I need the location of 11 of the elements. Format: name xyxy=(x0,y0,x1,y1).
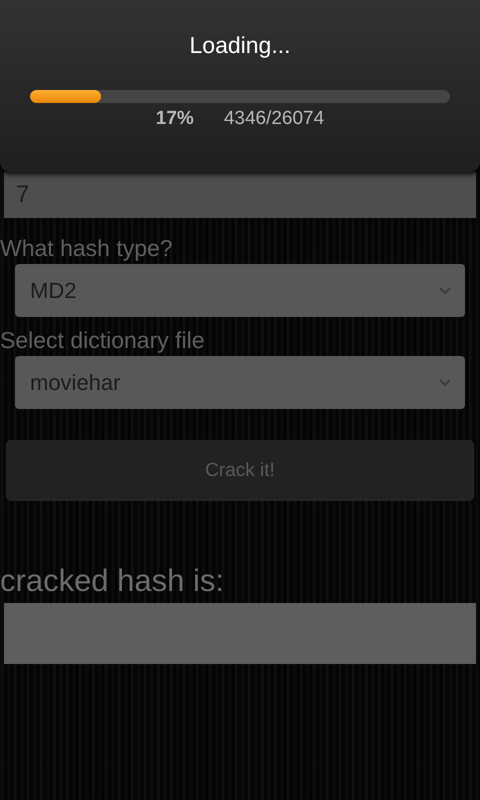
dropdown[interactable]: moviehar xyxy=(15,356,465,409)
dropdown[interactable]: MD2 xyxy=(15,264,465,317)
field-label: What hash type? xyxy=(0,234,174,263)
result-label: cracked hash is: xyxy=(0,562,225,600)
result-field[interactable] xyxy=(4,603,476,664)
dialog-title: Loading... xyxy=(189,32,291,59)
chevron-down-icon xyxy=(439,378,451,386)
chevron-down-icon xyxy=(439,286,451,294)
percent-text: 17% xyxy=(156,108,194,130)
count-text: 4346/26074 xyxy=(224,108,324,130)
field-label: Select dictionary file xyxy=(0,326,206,355)
